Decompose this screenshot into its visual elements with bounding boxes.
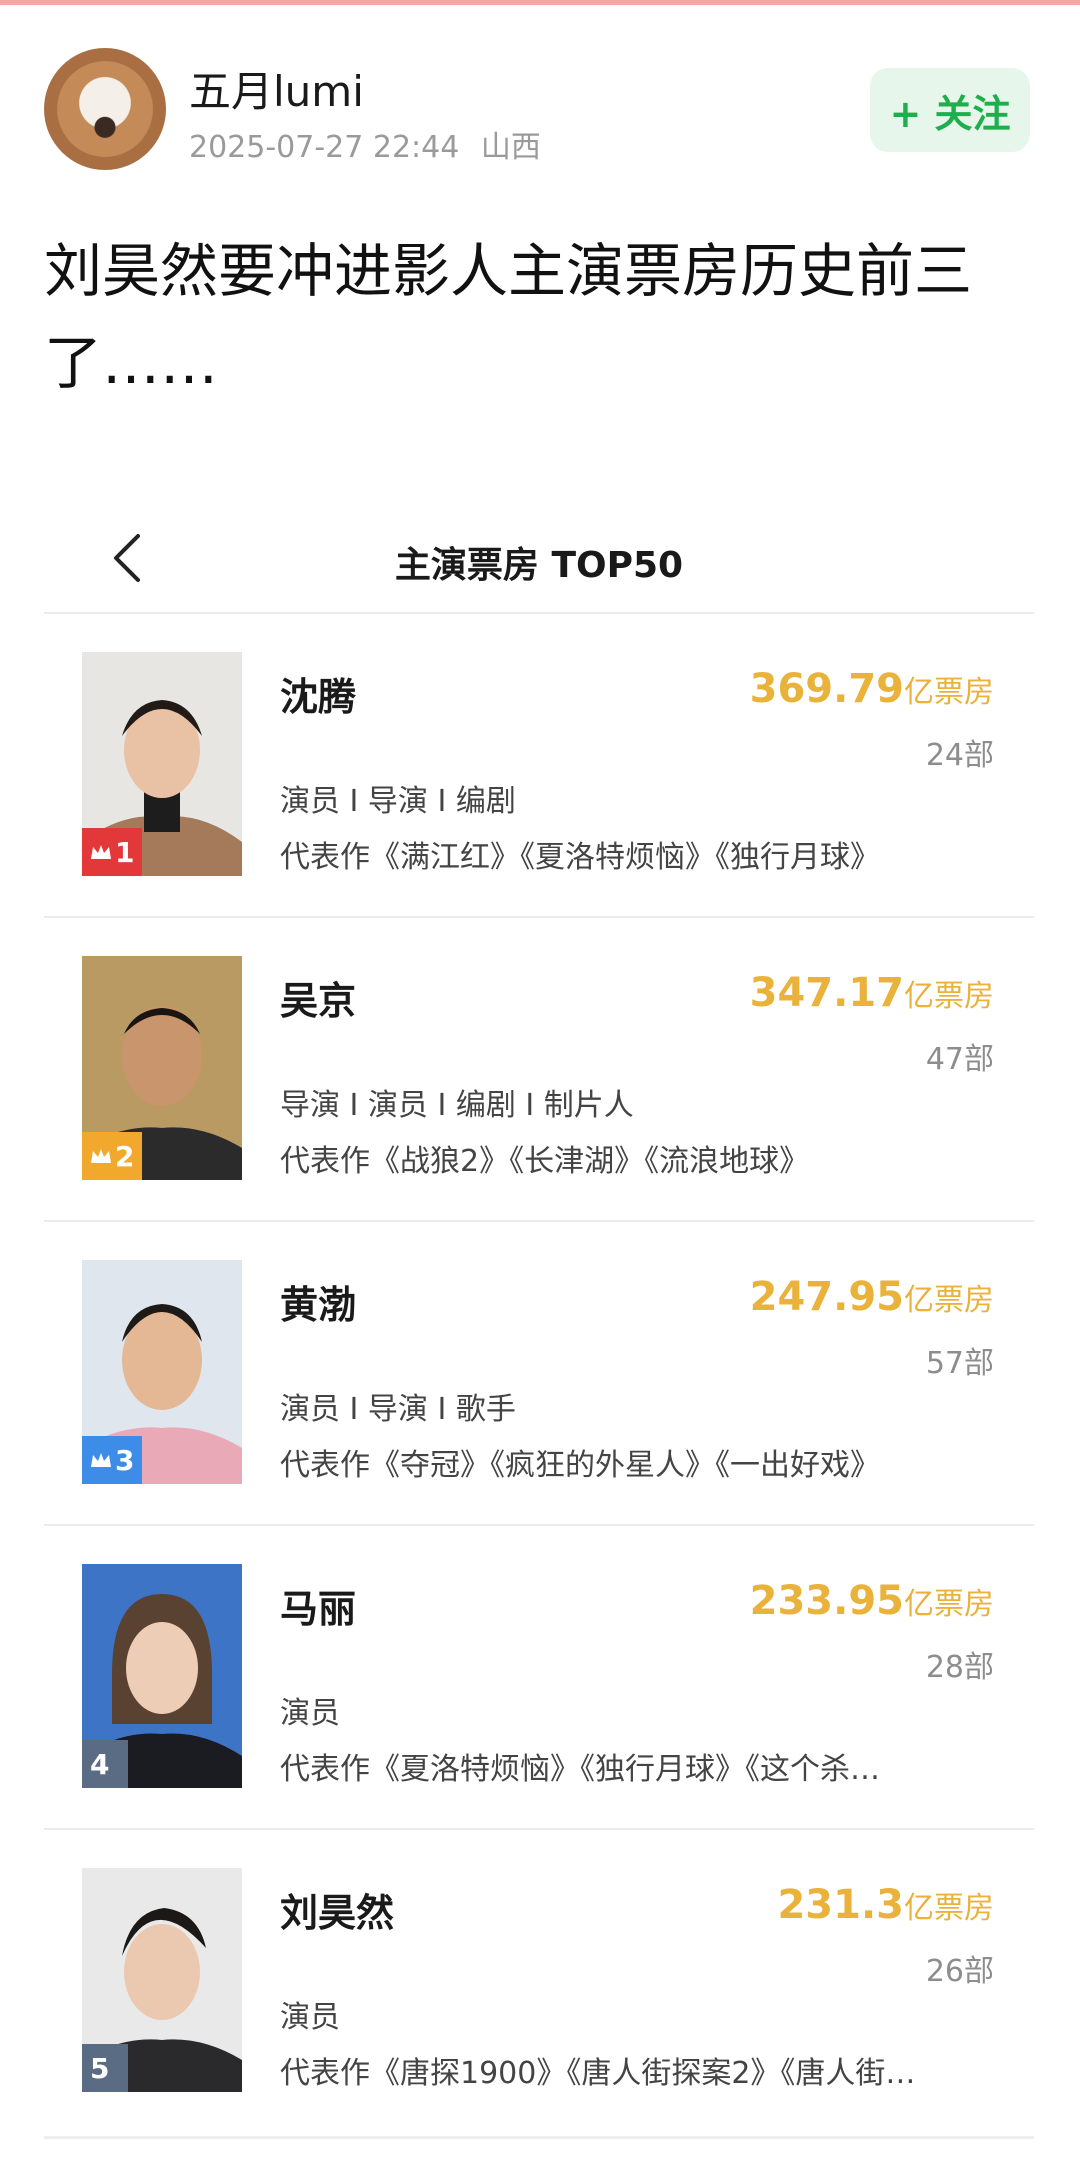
representative-works: 代表作《夏洛特烦恼》《独行月球》《这个杀… <box>280 1752 880 1787</box>
actor-roles: 演员 <box>280 1696 340 1731</box>
divider <box>44 2136 1034 2139</box>
rank-number: 4 <box>90 1747 110 1781</box>
box-office: 347.17亿票房 <box>750 970 994 1016</box>
list-nav-bar: 主演票房 TOP50 <box>44 520 1034 610</box>
box-office-unit: 亿票房 <box>904 1283 994 1318</box>
rank-badge: 5 <box>82 2044 128 2092</box>
representative-works: 代表作《满江红》《夏洛特烦恼》《独行月球》 <box>280 840 880 875</box>
divider <box>44 612 1034 614</box>
box-office-unit: 亿票房 <box>904 1587 994 1622</box>
representative-works: 代表作《夺冠》《疯狂的外星人》《一出好戏》 <box>280 1448 880 1483</box>
actor-name: 吴京 <box>280 979 357 1023</box>
box-office: 369.79亿票房 <box>750 666 994 712</box>
actor-photo: 3 <box>82 1260 242 1484</box>
actor-name: 马丽 <box>280 1587 357 1631</box>
post-location: 山西 <box>480 130 541 165</box>
divider <box>44 1524 1034 1526</box>
list-title: 主演票房 TOP50 <box>394 545 684 586</box>
box-office-value: 233.95 <box>749 1578 904 1624</box>
rank-number: 2 <box>115 1139 135 1173</box>
top-accent-bar <box>0 0 1080 5</box>
box-office-unit: 亿票房 <box>904 979 994 1014</box>
box-office-unit: 亿票房 <box>904 1891 994 1926</box>
divider <box>44 1220 1034 1222</box>
post-meta: 2025-07-27 22:44 山西 <box>189 122 541 166</box>
actor-roles: 导演 I 演员 I 编剧 I 制片人 <box>280 1088 634 1123</box>
film-count: 47部 <box>925 1042 994 1077</box>
actor-name: 沈腾 <box>280 675 357 719</box>
actor-roles: 演员 I 导演 I 编剧 <box>280 784 516 819</box>
divider <box>44 916 1034 918</box>
film-count: 28部 <box>925 1650 994 1685</box>
list-item[interactable]: 4 马丽 233.95亿票房 28部 演员 代表作《夏洛特烦恼》《独行月球》《这… <box>44 1564 1034 1864</box>
post-text: 刘昊然要冲进影人主演票房历史前三了…… <box>44 237 973 397</box>
representative-works: 代表作《唐探1900》《唐人街探案2》《唐人街… <box>280 2056 916 2091</box>
actor-photo: 1 <box>82 652 242 876</box>
actor-name: 刘昊然 <box>280 1891 395 1935</box>
box-office-value: 347.17 <box>749 970 904 1016</box>
crown-icon <box>91 1453 111 1467</box>
actor-roles: 演员 I 导演 I 歌手 <box>280 1392 516 1427</box>
list-item[interactable]: 3 黄渤 247.95亿票房 57部 演员 I 导演 I 歌手 代表作《夺冠》《… <box>44 1260 1034 1560</box>
rank-badge: 4 <box>82 1740 128 1788</box>
box-office: 231.3亿票房 <box>777 1882 994 1928</box>
list-item[interactable]: 1 沈腾 369.79亿票房 24部 演员 I 导演 I 编剧 代表作《满江红》… <box>44 652 1034 952</box>
actor-roles: 演员 <box>280 2000 340 2035</box>
author-avatar[interactable] <box>44 48 166 170</box>
crown-icon <box>91 845 111 859</box>
actor-photo: 4 <box>82 1564 242 1788</box>
actor-photo: 2 <box>82 956 242 1180</box>
rank-badge: 2 <box>82 1132 143 1180</box>
box-office-unit: 亿票房 <box>904 675 994 710</box>
box-office-value: 231.3 <box>777 1882 904 1928</box>
box-office-value: 247.95 <box>749 1274 904 1320</box>
actor-name: 黄渤 <box>280 1283 357 1327</box>
list-item[interactable]: 2 吴京 347.17亿票房 47部 导演 I 演员 I 编剧 I 制片人 代表… <box>44 956 1034 1256</box>
rank-number: 3 <box>115 1443 135 1477</box>
crown-icon <box>91 1149 111 1163</box>
rank-badge: 3 <box>82 1436 143 1484</box>
author-name[interactable]: 五月lumi <box>189 58 364 119</box>
film-count: 24部 <box>925 738 994 773</box>
post-time: 2025-07-27 22:44 <box>189 130 460 165</box>
rank-number: 1 <box>115 835 135 869</box>
box-office: 247.95亿票房 <box>750 1274 994 1320</box>
representative-works: 代表作《战狼2》《长津湖》《流浪地球》 <box>280 1144 810 1179</box>
actor-photo: 5 <box>82 1868 242 2092</box>
box-office-value: 369.79 <box>749 666 904 712</box>
follow-button[interactable]: + 关注 <box>870 68 1030 152</box>
film-count: 26部 <box>925 1954 994 1989</box>
divider <box>44 1828 1034 1830</box>
list-item[interactable]: 5 刘昊然 231.3亿票房 26部 演员 代表作《唐探1900》《唐人街探案2… <box>44 1868 1034 2168</box>
post-author-header: 五月lumi 2025-07-27 22:44 山西 + 关注 <box>44 48 1044 178</box>
film-count: 57部 <box>925 1346 994 1381</box>
box-office: 233.95亿票房 <box>750 1578 994 1624</box>
rank-badge: 1 <box>82 828 143 876</box>
rank-number: 5 <box>90 2051 110 2085</box>
